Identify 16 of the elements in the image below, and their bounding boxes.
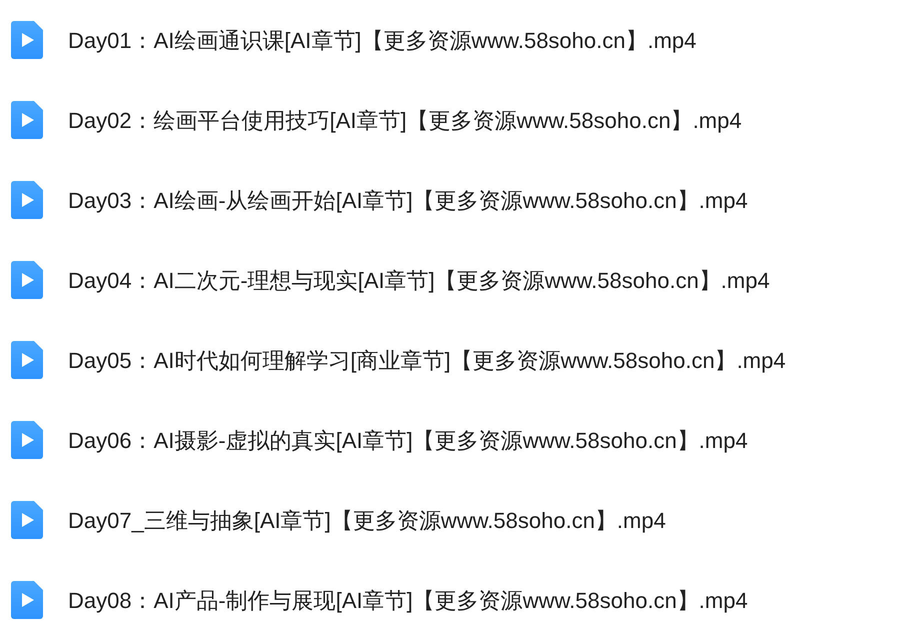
file-name[interactable]: Day08：AI产品-制作与展现[AI章节]【更多资源www.58soho.cn】.mp4: [68, 584, 748, 616]
file-name[interactable]: Day04：AI二次元-理想与现实[AI章节]【更多资源www.58soho.cn】.mp4: [68, 264, 770, 296]
file-name[interactable]: Day02：绘画平台使用技巧[AI章节]【更多资源www.58soho.cn】.mp4: [68, 104, 742, 136]
video-file-icon: [11, 261, 43, 299]
file-name[interactable]: Day06：AI摄影-虚拟的真实[AI章节]【更多资源www.58soho.cn】.mp4: [68, 424, 748, 456]
file-name[interactable]: Day07_三维与抽象[AI章节]【更多资源www.58soho.cn】.mp4: [68, 504, 666, 536]
video-file-icon: [11, 101, 43, 139]
video-file-icon: [11, 341, 43, 379]
video-file-icon: [11, 181, 43, 219]
file-name[interactable]: Day01：AI绘画通识课[AI章节]【更多资源www.58soho.cn】.mp4: [68, 24, 696, 56]
file-name[interactable]: Day05：AI时代如何理解学习[商业章节]【更多资源www.58soho.cn】.mp4: [68, 344, 786, 376]
file-name[interactable]: Day03：AI绘画-从绘画开始[AI章节]【更多资源www.58soho.cn】.mp4: [68, 184, 748, 216]
video-file-icon: [11, 421, 43, 459]
video-file-icon: [11, 581, 43, 619]
video-file-icon: [11, 21, 43, 59]
video-file-icon: [11, 501, 43, 539]
